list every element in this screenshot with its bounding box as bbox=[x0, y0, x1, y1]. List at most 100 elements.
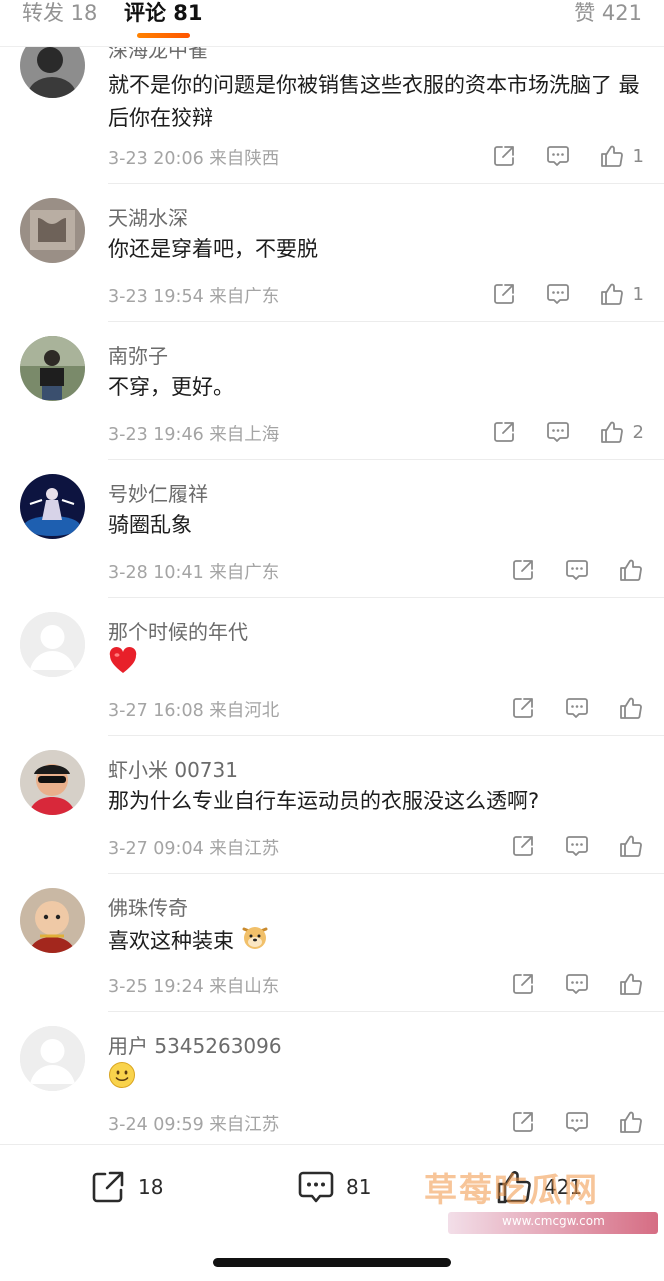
comment-meta: 3-23 19:46 来自上海 bbox=[108, 421, 279, 446]
like-icon[interactable] bbox=[599, 281, 625, 307]
comment-location: 来自河北 bbox=[209, 701, 280, 721]
like-icon[interactable] bbox=[618, 971, 644, 997]
comment-time: 3-23 20:06 bbox=[108, 149, 204, 169]
comment-time: 3-24 09:59 bbox=[108, 1115, 204, 1135]
avatar[interactable] bbox=[20, 1026, 85, 1091]
tab-like[interactable]: 赞 421 bbox=[574, 0, 642, 26]
reply-icon[interactable] bbox=[545, 143, 571, 169]
comment-location: 来自山东 bbox=[209, 977, 280, 997]
comment-actions bbox=[482, 695, 644, 721]
comment-text: 就不是你的问题是你被销售这些衣服的资本市场洗脑了 最后你在狡辩 bbox=[108, 73, 640, 130]
tab-bar: 转发 18 评论 81 赞 421 bbox=[0, 0, 664, 47]
reply-icon[interactable] bbox=[545, 281, 571, 307]
avatar[interactable] bbox=[20, 612, 85, 677]
comment-actions bbox=[482, 1109, 644, 1135]
reply-icon[interactable] bbox=[545, 419, 571, 445]
comment-button[interactable]: 81 bbox=[296, 1167, 371, 1207]
comment-actions: 1 bbox=[463, 281, 644, 307]
comment-author[interactable]: 虾小米 00731 bbox=[108, 754, 238, 783]
share-icon[interactable] bbox=[510, 695, 536, 721]
tab-repost[interactable]: 转发 18 bbox=[22, 0, 97, 26]
comment-meta: 3-23 19:54 来自广东 bbox=[108, 283, 279, 308]
comment-time: 3-23 19:54 bbox=[108, 287, 204, 307]
tab-comments[interactable]: 评论 81 bbox=[124, 0, 203, 26]
share-icon[interactable] bbox=[510, 1109, 536, 1135]
reply-icon[interactable] bbox=[564, 557, 590, 583]
comment-location: 来自江苏 bbox=[209, 1115, 280, 1135]
comment-meta: 3-28 10:41 来自广东 bbox=[108, 559, 279, 584]
avatar[interactable] bbox=[20, 336, 85, 401]
avatar[interactable] bbox=[20, 750, 85, 815]
home-indicator[interactable] bbox=[213, 1258, 451, 1267]
heart-emoji-icon bbox=[108, 647, 138, 685]
comment-meta: 3-25 19:24 来自山东 bbox=[108, 973, 279, 998]
repost-button[interactable]: 18 bbox=[88, 1167, 163, 1207]
like-count: 1 bbox=[632, 283, 644, 305]
comment-text: 骑圈乱象 bbox=[108, 513, 192, 537]
tab-active-indicator bbox=[137, 33, 190, 38]
share-icon[interactable] bbox=[510, 971, 536, 997]
comment-text: 你还是穿着吧，不要脱 bbox=[108, 237, 318, 261]
like-icon[interactable] bbox=[618, 695, 644, 721]
comment-item: 佛珠传奇 喜欢这种装束 3-25 19:24 来自山东 bbox=[0, 874, 664, 1012]
reply-icon[interactable] bbox=[564, 1109, 590, 1135]
share-icon[interactable] bbox=[491, 143, 517, 169]
comment-text: 不穿，更好。 bbox=[108, 375, 234, 399]
share-icon[interactable] bbox=[491, 419, 517, 445]
like-icon[interactable] bbox=[599, 419, 625, 445]
repost-count: 18 bbox=[138, 1175, 164, 1199]
comment-location: 来自广东 bbox=[209, 563, 280, 583]
avatar[interactable] bbox=[20, 888, 85, 953]
comment-text bbox=[108, 1061, 648, 1099]
comment-item: 南弥子 不穿，更好。 3-23 19:46 来自上海 2 bbox=[0, 322, 664, 460]
like-count: 1 bbox=[632, 145, 644, 167]
comment-item: 用户 5345263096 3-24 09:59 来自江苏 bbox=[0, 1012, 664, 1144]
avatar[interactable] bbox=[20, 198, 85, 263]
share-icon[interactable] bbox=[510, 557, 536, 583]
comment-meta: 3-27 16:08 来自河北 bbox=[108, 697, 279, 722]
like-icon[interactable] bbox=[618, 557, 644, 583]
comment-location: 来自江苏 bbox=[209, 839, 280, 859]
comment-author[interactable]: 天湖水深 bbox=[108, 202, 188, 231]
comment-actions bbox=[482, 971, 644, 997]
comment-actions bbox=[482, 833, 644, 859]
comment-actions: 1 bbox=[463, 143, 644, 169]
comment-time: 3-27 09:04 bbox=[108, 839, 204, 859]
comment-author[interactable]: 那个时候的年代 bbox=[108, 616, 248, 645]
comment-location: 来自上海 bbox=[209, 425, 280, 445]
comment-author[interactable]: 号妙仁履祥 bbox=[108, 478, 208, 507]
reply-icon[interactable] bbox=[564, 695, 590, 721]
repost-icon bbox=[88, 1167, 128, 1207]
comment-meta: 3-27 09:04 来自江苏 bbox=[108, 835, 279, 860]
comment-text-content: 喜欢这种装束 bbox=[108, 929, 234, 953]
comment-meta: 3-24 09:59 来自江苏 bbox=[108, 1111, 279, 1136]
share-icon[interactable] bbox=[491, 281, 517, 307]
smile-emoji-icon bbox=[108, 1061, 136, 1099]
comment-time: 3-28 10:41 bbox=[108, 563, 204, 583]
comment-time: 3-25 19:24 bbox=[108, 977, 204, 997]
comment-location: 来自广东 bbox=[209, 287, 280, 307]
like-icon[interactable] bbox=[599, 143, 625, 169]
watermark-url: www.cmcgw.com bbox=[502, 1214, 605, 1228]
comment-time: 3-23 19:46 bbox=[108, 425, 204, 445]
comment-author[interactable]: 南弥子 bbox=[108, 340, 168, 369]
reply-icon[interactable] bbox=[564, 971, 590, 997]
watermark-title: 草莓吃瓜网 bbox=[424, 1170, 599, 1209]
comment-item: 天湖水深 你还是穿着吧，不要脱 3-23 19:54 来自广东 1 bbox=[0, 184, 664, 322]
avatar[interactable] bbox=[20, 474, 85, 539]
comment-item: 号妙仁履祥 骑圈乱象 3-28 10:41 来自广东 bbox=[0, 460, 664, 598]
watermark-banner: www.cmcgw.com bbox=[448, 1212, 658, 1234]
like-icon[interactable] bbox=[618, 833, 644, 859]
comment-text: 那为什么专业自行车运动员的衣服没这么透啊? bbox=[108, 789, 540, 813]
comment-author[interactable]: 用户 5345263096 bbox=[108, 1030, 282, 1059]
comment-text bbox=[108, 647, 648, 685]
reply-icon[interactable] bbox=[564, 833, 590, 859]
like-count: 2 bbox=[632, 421, 644, 443]
comment-author[interactable]: 佛珠传奇 bbox=[108, 892, 188, 921]
comment-icon bbox=[296, 1167, 336, 1207]
comment-text: 喜欢这种装束 bbox=[108, 923, 648, 961]
share-icon[interactable] bbox=[510, 833, 536, 859]
like-icon[interactable] bbox=[618, 1109, 644, 1135]
comment-location: 来自陕西 bbox=[209, 149, 280, 169]
comment-actions bbox=[482, 557, 644, 583]
